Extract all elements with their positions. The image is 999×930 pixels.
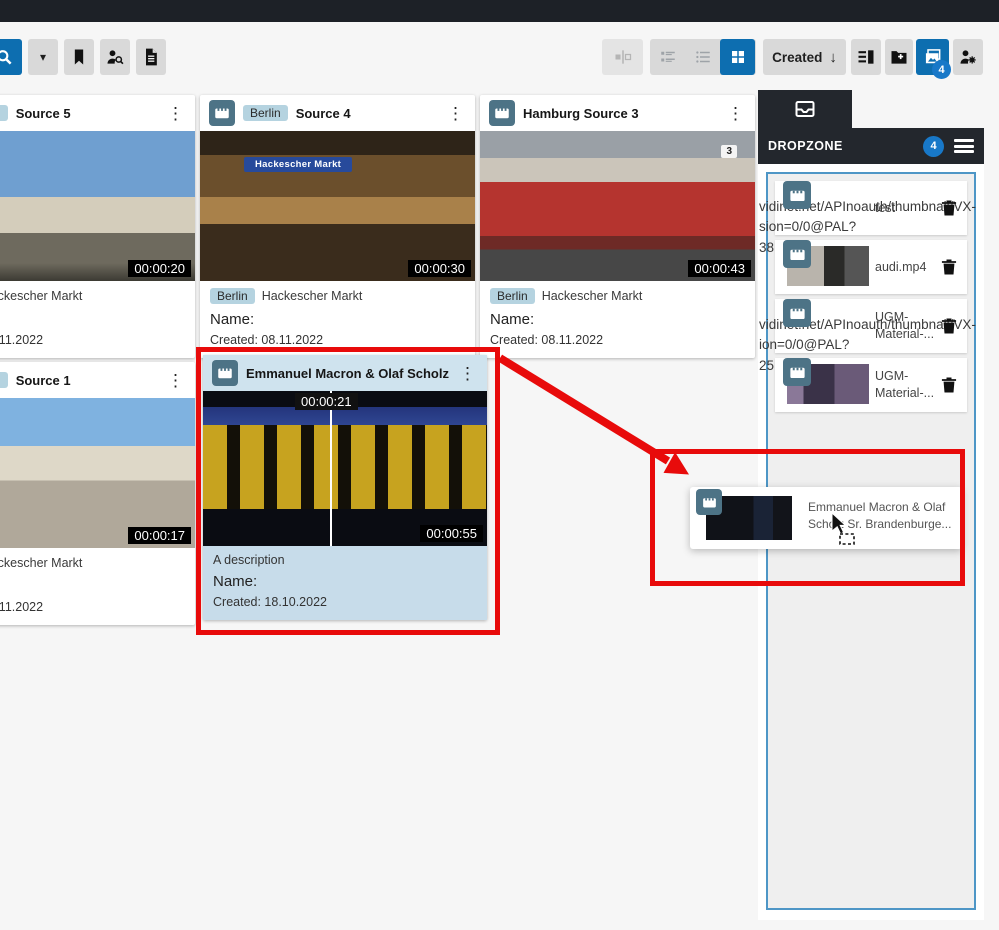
user-search-button[interactable]: [100, 39, 130, 75]
video-thumbnail[interactable]: 3 00:00:43: [480, 131, 755, 281]
duration-badge: 00:00:43: [688, 260, 751, 277]
card-header: Berlin Source 4 ⋮: [200, 95, 475, 131]
card-metadata: Berlin Hackescher Markt Name: Created: 08…: [480, 281, 755, 358]
card-header: Berlin Source 5 ⋮: [0, 95, 195, 131]
view-detail-list-button[interactable]: [650, 39, 685, 75]
folder-plus-icon: [889, 47, 909, 67]
drag-cursor-icon: [830, 512, 860, 546]
created-label: Created: 08.11.2022: [0, 600, 185, 614]
video-item-icon: [783, 240, 811, 268]
meta-location: Hackescher Markt: [262, 289, 363, 303]
person-gear-icon: [958, 47, 978, 67]
compare-button: [602, 39, 643, 75]
metadata-panel-button[interactable]: [851, 39, 881, 75]
inbox-tray-icon: [793, 97, 817, 121]
dropzone-item-ugm1[interactable]: vidinet.net/APInoauth/thumbnail/VX- ion=…: [775, 299, 967, 353]
caret-down-icon: ▾: [40, 50, 46, 64]
video-item-icon: [783, 299, 811, 327]
kebab-menu-button[interactable]: ⋮: [725, 105, 746, 122]
new-collection-button[interactable]: [885, 39, 913, 75]
video-item-icon: [209, 100, 235, 126]
meta-tag: Berlin: [210, 288, 255, 304]
media-card-source1[interactable]: Berlin Source 1 ⋮ 00:00:17 BerlinHackesc…: [0, 362, 195, 625]
card-header: Hamburg Source 3 ⋮: [480, 95, 755, 131]
view-grid-button[interactable]: [720, 39, 755, 75]
search-button[interactable]: [0, 39, 22, 75]
name-label: Name:: [210, 311, 465, 328]
search-icon: [0, 47, 14, 67]
card-title: Source 1: [16, 373, 157, 388]
card-header: Berlin Source 1 ⋮: [0, 362, 195, 398]
media-card-source3[interactable]: Hamburg Source 3 ⋮ 3 00:00:43 Berlin Hack…: [480, 95, 755, 358]
duration-badge: 00:00:17: [128, 527, 191, 544]
card-metadata: BerlinHackescher Markt Name: Created: 08…: [0, 281, 195, 358]
view-mode-group: [650, 39, 756, 75]
dropzone-header: DROPZONE 4: [758, 128, 984, 164]
user-settings-button[interactable]: [953, 39, 983, 75]
document-icon: [141, 47, 161, 67]
top-bar: [0, 0, 999, 22]
dropzone-count-badge: 4: [923, 136, 944, 157]
detail-list-icon: [659, 48, 677, 66]
created-label: Created: 08.11.2022: [210, 333, 465, 347]
annotation-rect-drag-preview: [650, 449, 965, 586]
search-dropdown-button[interactable]: ▾: [28, 39, 58, 75]
dropzone-item-test[interactable]: vidinet.net/APInoauth/thumbnail/VX- sion…: [775, 181, 967, 235]
train-line-number: 3: [721, 145, 737, 158]
kebab-menu-button[interactable]: ⋮: [165, 105, 186, 122]
trash-icon[interactable]: [939, 257, 959, 277]
media-card-source4[interactable]: Berlin Source 4 ⋮ Hackescher Markt 00:00…: [200, 95, 475, 358]
video-thumbnail[interactable]: Hackescher Markt 00:00:30: [200, 131, 475, 281]
created-label: Created: 08.11.2022: [490, 333, 745, 347]
duration-badge: 00:00:30: [408, 260, 471, 277]
annotation-rect-source-card: [196, 347, 500, 635]
name-label: Name:: [490, 311, 745, 328]
trash-icon[interactable]: [939, 375, 959, 395]
dropzone-title: DROPZONE: [768, 139, 843, 153]
video-thumbnail[interactable]: 00:00:17: [0, 398, 195, 548]
meta-tag: Berlin: [490, 288, 535, 304]
list-icon: [694, 48, 712, 66]
side-panel-icon: [856, 47, 876, 67]
card-tag: Berlin: [0, 372, 8, 388]
name-label: Name:: [0, 311, 185, 328]
media-card-source5[interactable]: Berlin Source 5 ⋮ 00:00:20 BerlinHackesc…: [0, 95, 195, 358]
video-item-icon: [489, 100, 515, 126]
meta-location: Hackescher Markt: [0, 289, 82, 303]
person-search-icon: [105, 47, 125, 67]
sort-label: Created: [772, 50, 822, 65]
view-list-button[interactable]: [685, 39, 720, 75]
card-metadata: BerlinHackescher Markt Name: Created: 08…: [0, 548, 195, 625]
collections-count-badge: 4: [932, 60, 951, 79]
station-sign-text: Hackescher Markt: [244, 157, 352, 172]
meta-location: Hackescher Markt: [542, 289, 643, 303]
trash-icon[interactable]: [939, 316, 959, 336]
hamburger-menu-button[interactable]: [954, 139, 974, 153]
sort-direction-icon: ↓: [829, 49, 837, 66]
compare-icon: [613, 47, 633, 67]
bookmark-icon: [69, 47, 89, 67]
name-label: Name:: [0, 578, 185, 595]
kebab-menu-button[interactable]: ⋮: [445, 105, 466, 122]
app-canvas: C ▾ Created ↓ 4: [0, 0, 999, 930]
card-title: Hamburg Source 3: [523, 106, 717, 121]
card-title: Source 4: [296, 106, 437, 121]
video-thumbnail[interactable]: 00:00:20: [0, 131, 195, 281]
kebab-menu-button[interactable]: ⋮: [165, 372, 186, 389]
video-item-icon: [783, 181, 811, 209]
meta-location: Hackescher Markt: [0, 556, 82, 570]
dropzone-tab[interactable]: [758, 90, 852, 128]
card-title: Source 5: [16, 106, 157, 121]
duration-badge: 00:00:20: [128, 260, 191, 277]
video-item-icon: [783, 358, 811, 386]
document-search-button[interactable]: [136, 39, 166, 75]
saved-searches-button[interactable]: [64, 39, 94, 75]
card-tag: Berlin: [243, 105, 288, 121]
grid-icon: [729, 48, 747, 66]
created-label: Created: 08.11.2022: [0, 333, 185, 347]
trash-icon[interactable]: [939, 198, 959, 218]
sort-button[interactable]: Created ↓: [763, 39, 846, 75]
card-tag: Berlin: [0, 105, 8, 121]
